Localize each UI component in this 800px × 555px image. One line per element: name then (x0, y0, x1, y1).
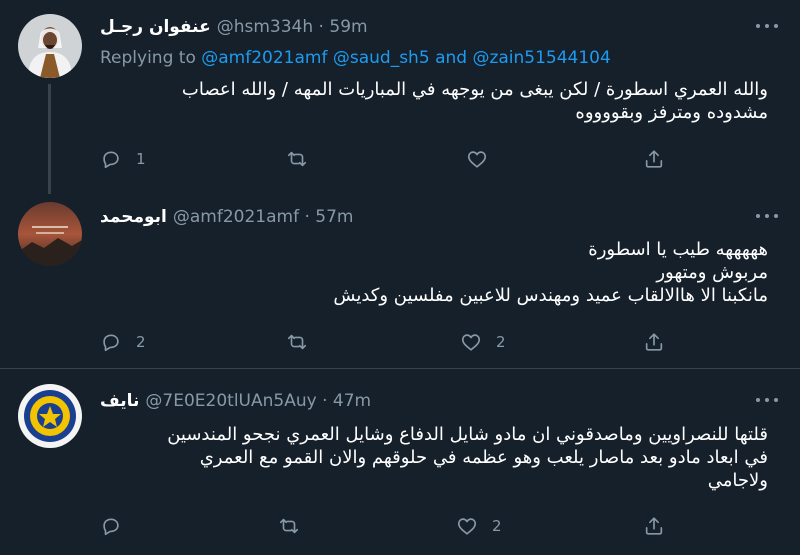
reply-icon (103, 334, 119, 352)
tweet-text-line: مانكبنا الا هاالالقاب عميد ومهندس للاعبي… (333, 285, 768, 306)
timestamp[interactable]: 59m (329, 17, 367, 37)
tweet[interactable]: عنفوان رجـل @hsm334h · 59m Replying to @… (0, 0, 800, 194)
mention-link[interactable]: @saud_sh5 (333, 48, 430, 68)
like-icon (461, 334, 481, 351)
share-button[interactable] (643, 147, 665, 171)
share-button[interactable] (643, 514, 665, 538)
replying-and: and (435, 48, 468, 68)
like-button[interactable] (466, 147, 502, 171)
display-name[interactable]: عنفوان رجـل (100, 17, 211, 37)
reply-button[interactable]: 1 (100, 147, 146, 171)
like-count: 2 (496, 333, 506, 351)
share-icon (645, 517, 663, 535)
tweet-text: قلتها للنصراويين وماصدقوني ان مادو شايل … (167, 423, 768, 492)
retweet-icon (279, 518, 299, 534)
reply-count: 1 (136, 150, 146, 168)
tweet-text-line: ولاجامي (707, 470, 768, 491)
like-icon (457, 518, 477, 535)
mention-link[interactable]: @amf2021amf (201, 48, 327, 68)
share-button[interactable] (643, 330, 665, 354)
tweet-header: عنفوان رجـل @hsm334h · 59m (100, 14, 368, 40)
avatar[interactable] (18, 14, 82, 78)
dot-separator: · (316, 391, 333, 411)
reply-count: 2 (136, 333, 146, 351)
retweet-icon (287, 151, 307, 167)
like-button[interactable]: 2 (460, 330, 506, 354)
like-count: 2 (492, 517, 502, 535)
tweet-text-line: مربوش ومتهور (656, 262, 768, 283)
handle[interactable]: @amf2021amf (173, 207, 299, 227)
mention-link[interactable]: @zain51544104 (472, 48, 610, 68)
tweet-actions: 2 2 (100, 330, 680, 354)
tweet-actions: 2 (100, 514, 680, 538)
tweet-actions: 1 (100, 147, 680, 171)
tweet-text: هههههه طيب يا اسطورة مربوش ومتهور مانكبن… (333, 238, 768, 307)
reply-button[interactable]: 2 (100, 330, 146, 354)
tweet[interactable]: ابومحمد @amf2021amf · 57m هههههه طيب يا … (0, 190, 800, 365)
handle[interactable]: @hsm334h (217, 17, 313, 37)
replying-to-prefix: Replying to (100, 48, 196, 68)
retweet-button[interactable] (278, 514, 314, 538)
retweet-button[interactable] (286, 330, 322, 354)
avatar[interactable] (18, 384, 82, 448)
reply-icon (103, 518, 119, 536)
timestamp[interactable]: 47m (333, 391, 371, 411)
tweet-header: نايف @7E0E20tlUAn5Auy · 47m (100, 388, 371, 414)
reply-button[interactable] (100, 514, 136, 538)
dot-separator: · (313, 17, 330, 37)
tweet-text: والله العمري اسطورة / لكن يبغى من يوجهه … (182, 78, 768, 124)
tweet-text-line: في ابعاد مادو بعد ماصار يلعب وهو عظمه في… (199, 447, 768, 468)
replying-to: Replying to @amf2021amf @saud_sh5 and @z… (100, 48, 611, 68)
tweet-text-line: مشدوده ومترفز وبقووووه (575, 102, 768, 123)
more-icon[interactable] (756, 210, 778, 222)
thread-line (48, 84, 51, 194)
tweet-text-line: والله العمري اسطورة / لكن يبغى من يوجهه … (181, 79, 768, 100)
tweet-header: ابومحمد @amf2021amf · 57m (100, 204, 354, 230)
display-name[interactable]: ابومحمد (100, 207, 167, 227)
tweet-text-line: هههههه طيب يا اسطورة (588, 239, 768, 260)
share-icon (645, 333, 663, 351)
more-icon[interactable] (756, 20, 778, 32)
like-icon (467, 151, 487, 168)
share-icon (645, 150, 663, 168)
reply-icon (103, 151, 119, 169)
dot-separator: · (299, 207, 316, 227)
handle[interactable]: @7E0E20tlUAn5Auy (145, 391, 316, 411)
timestamp[interactable]: 57m (315, 207, 353, 227)
tweet-text-line: قلتها للنصراويين وماصدقوني ان مادو شايل … (167, 424, 768, 445)
retweet-icon (287, 334, 307, 350)
avatar[interactable] (18, 202, 82, 266)
tweet[interactable]: نايف @7E0E20tlUAn5Auy · 47m قلتها للنصرا… (0, 369, 800, 555)
like-button[interactable]: 2 (456, 514, 502, 538)
more-icon[interactable] (756, 394, 778, 406)
display-name[interactable]: نايف (100, 391, 139, 411)
retweet-button[interactable] (286, 147, 322, 171)
